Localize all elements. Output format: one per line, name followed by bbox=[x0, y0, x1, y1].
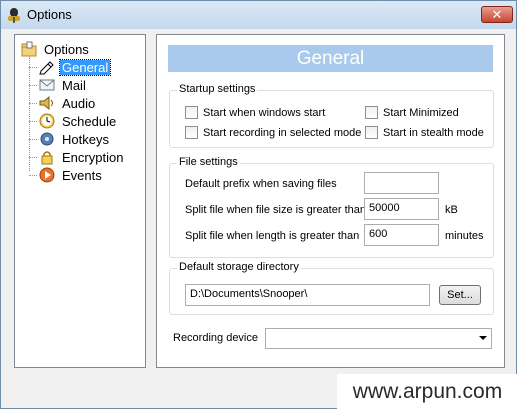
clock-icon bbox=[39, 113, 55, 129]
play-icon bbox=[39, 167, 55, 183]
mail-icon bbox=[39, 79, 55, 91]
window-title: Options bbox=[27, 7, 72, 22]
title-bar: Options ✕ bbox=[1, 1, 516, 29]
tree-connector bbox=[29, 67, 37, 68]
split-length-label: Split file when length is greater than bbox=[185, 230, 360, 242]
tree-item-schedule[interactable]: Schedule bbox=[39, 112, 118, 130]
default-prefix-label: Default prefix when saving files bbox=[185, 178, 337, 190]
chevron-down-icon[interactable] bbox=[479, 336, 487, 340]
recording-device-label: Recording device bbox=[173, 332, 258, 344]
storage-path-input[interactable]: D:\Documents\Snooper\ bbox=[185, 284, 430, 306]
start-minimized-checkbox[interactable]: Start Minimized bbox=[365, 106, 459, 119]
tree-item-encryption[interactable]: Encryption bbox=[39, 148, 125, 166]
panel-title: General bbox=[168, 45, 493, 72]
start-with-windows-checkbox[interactable]: Start when windows start bbox=[185, 106, 325, 119]
tree-connector bbox=[29, 85, 37, 86]
watermark: www.arpun.com bbox=[337, 374, 517, 409]
default-prefix-input[interactable] bbox=[364, 172, 439, 194]
tree-connector bbox=[29, 103, 37, 104]
split-size-label: Split file when file size is greater tha… bbox=[185, 204, 366, 216]
checkbox-label: Start when windows start bbox=[203, 106, 326, 119]
tree-item-label: Hotkeys bbox=[62, 131, 109, 147]
tree-item-label: Events bbox=[62, 167, 102, 183]
startup-settings-group: Startup settings bbox=[169, 83, 494, 148]
tree-connector bbox=[29, 157, 37, 158]
checkbox-box[interactable] bbox=[365, 106, 378, 119]
checkbox-box[interactable] bbox=[185, 106, 198, 119]
tree-item-general[interactable]: General bbox=[39, 58, 112, 76]
tree-connector bbox=[29, 57, 30, 171]
options-window: Options ✕ Options General Mail Audio Sch… bbox=[0, 0, 517, 409]
start-recording-checkbox[interactable]: Start recording in selected mode bbox=[185, 126, 361, 139]
checkbox-box[interactable] bbox=[185, 126, 198, 139]
speaker-icon bbox=[39, 95, 53, 111]
group-title: File settings bbox=[177, 156, 240, 168]
split-size-input[interactable]: 50000 bbox=[364, 198, 439, 220]
size-unit-label: kB bbox=[445, 204, 458, 216]
tree-item-label: Encryption bbox=[62, 149, 124, 165]
tree-root-label: Options bbox=[44, 41, 89, 57]
checkbox-label: Start in stealth mode bbox=[383, 126, 484, 139]
tree-connector bbox=[29, 139, 37, 140]
recording-device-select[interactable] bbox=[265, 328, 492, 349]
tree-root-options[interactable]: Options bbox=[21, 40, 91, 58]
set-directory-button[interactable]: Set... bbox=[439, 285, 481, 305]
tree-item-label: Schedule bbox=[62, 113, 117, 129]
hotkey-icon bbox=[40, 132, 54, 146]
app-icon bbox=[8, 8, 20, 23]
group-title: Default storage directory bbox=[177, 261, 301, 273]
tree-connector bbox=[29, 121, 37, 122]
tree-item-events[interactable]: Events bbox=[39, 166, 104, 184]
checkbox-box[interactable] bbox=[365, 126, 378, 139]
tree-item-label: Mail bbox=[62, 77, 86, 93]
tree-connector bbox=[29, 175, 37, 176]
tree-item-hotkeys[interactable]: Hotkeys bbox=[39, 130, 111, 148]
pen-icon bbox=[39, 61, 54, 75]
options-folder-icon bbox=[21, 41, 37, 57]
tree-item-label: Audio bbox=[62, 95, 96, 111]
start-stealth-checkbox[interactable]: Start in stealth mode bbox=[365, 126, 484, 139]
length-unit-label: minutes bbox=[445, 230, 484, 242]
tree-item-label: General bbox=[58, 58, 112, 76]
checkbox-label: Start recording in selected mode bbox=[203, 126, 362, 139]
general-settings-panel: General Startup settings Start when wind… bbox=[156, 34, 505, 368]
group-title: Startup settings bbox=[177, 83, 258, 95]
tree-item-mail[interactable]: Mail bbox=[39, 76, 88, 94]
close-button[interactable]: ✕ bbox=[481, 6, 513, 23]
tree-item-audio[interactable]: Audio bbox=[39, 94, 97, 112]
settings-tree: Options General Mail Audio Schedule Hotk… bbox=[14, 34, 146, 368]
split-length-input[interactable]: 600 bbox=[364, 224, 439, 246]
lock-icon bbox=[41, 151, 53, 165]
checkbox-label: Start Minimized bbox=[383, 106, 459, 119]
